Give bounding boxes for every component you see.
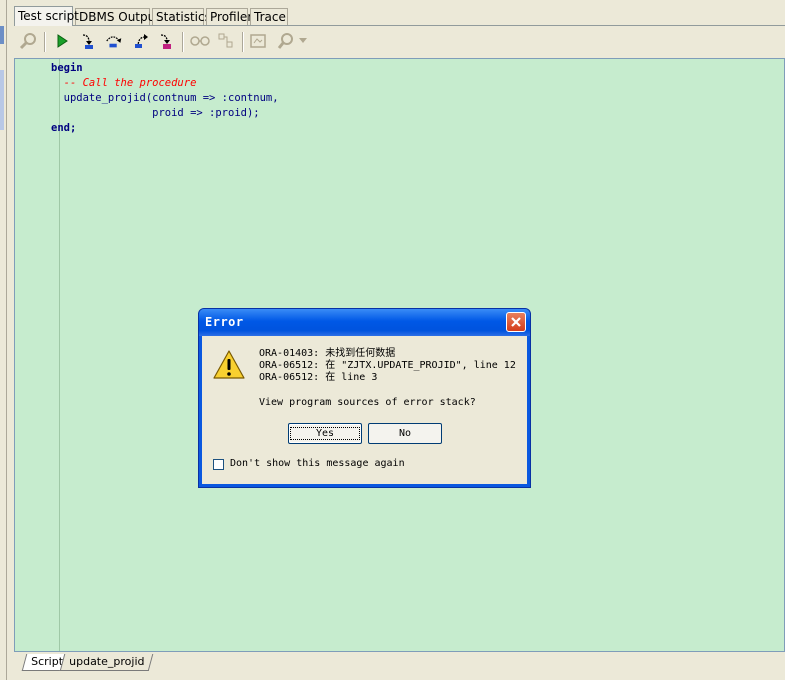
breakpoints-icon[interactable] — [216, 31, 236, 51]
code-text[interactable]: begin -- Call the procedure update_proji… — [51, 61, 279, 136]
execute-icon[interactable] — [52, 31, 72, 51]
dialog-body: ORA-01403: 未找到任何数据 ORA-06512: 在 "ZJTX.UPD… — [202, 336, 527, 484]
run-to-exception-icon[interactable] — [156, 31, 176, 51]
show-output-icon[interactable] — [248, 31, 268, 51]
code-line: proid => :proid); — [51, 107, 260, 119]
dialog-titlebar[interactable]: Error — [199, 309, 530, 336]
close-icon — [511, 317, 521, 327]
tab-update-projid[interactable]: update_projid — [59, 654, 154, 671]
warning-icon — [213, 350, 245, 383]
dialog-question: View program sources of error stack? — [259, 397, 476, 408]
watch-icon[interactable] — [190, 31, 210, 51]
tab-statistics[interactable]: Statistics — [152, 8, 211, 25]
toolbar-separator — [242, 32, 244, 52]
bottom-tab-bar: Script update_projid — [14, 652, 785, 680]
tab-update-projid-label: update_projid — [69, 655, 145, 668]
yes-button-label: Yes — [289, 427, 361, 440]
step-out-icon[interactable] — [132, 31, 152, 51]
error-line: ORA-06512: 在 "ZJTX.UPDATE_PROJID", line … — [259, 360, 516, 371]
tab-test-script[interactable]: Test script — [14, 6, 79, 26]
error-line: ORA-06512: 在 line 3 — [259, 372, 378, 383]
error-line: ORA-01403: 未找到任何数据 — [259, 348, 396, 359]
find-icon[interactable] — [276, 31, 296, 51]
dialog-title: Error — [205, 315, 244, 329]
code-line: update_projid(contnum => :contnum, — [51, 92, 279, 104]
tab-bar: Test script DBMS Output Statistics Profi… — [14, 6, 785, 26]
code-line: end; — [51, 122, 77, 134]
debug-settings-icon[interactable] — [18, 31, 38, 51]
dont-show-checkbox[interactable] — [213, 459, 224, 470]
debug-toolbar — [14, 29, 785, 55]
error-dialog: Error ORA-01403: 未找到任何数据 ORA-06512: 在 "ZJ… — [198, 308, 531, 488]
yes-button[interactable]: Yes — [288, 423, 362, 444]
close-button[interactable] — [506, 312, 526, 332]
toolbar-separator — [182, 32, 184, 52]
tab-profiler[interactable]: Profiler — [206, 8, 252, 25]
toolbar-separator — [44, 32, 46, 52]
step-over-icon[interactable] — [104, 31, 124, 51]
code-line: begin — [51, 62, 83, 74]
panel-marker-2 — [0, 70, 4, 130]
step-into-icon[interactable] — [78, 31, 98, 51]
left-panel-edge — [0, 0, 7, 680]
dont-show-label[interactable]: Don't show this message again — [230, 458, 405, 469]
code-line: -- Call the procedure — [51, 77, 197, 89]
tab-dbms-output[interactable]: DBMS Output — [75, 8, 160, 25]
tab-script-label: Script — [31, 655, 64, 668]
error-message: ORA-01403: 未找到任何数据 ORA-06512: 在 "ZJTX.UPD… — [259, 348, 516, 384]
chevron-down-icon[interactable] — [298, 31, 308, 51]
tab-trace[interactable]: Trace — [250, 8, 288, 25]
no-button-label: No — [398, 428, 412, 439]
editor-gutter — [15, 59, 60, 651]
tab-divider — [14, 25, 785, 26]
panel-marker — [0, 26, 4, 44]
no-button[interactable]: No — [368, 423, 442, 444]
